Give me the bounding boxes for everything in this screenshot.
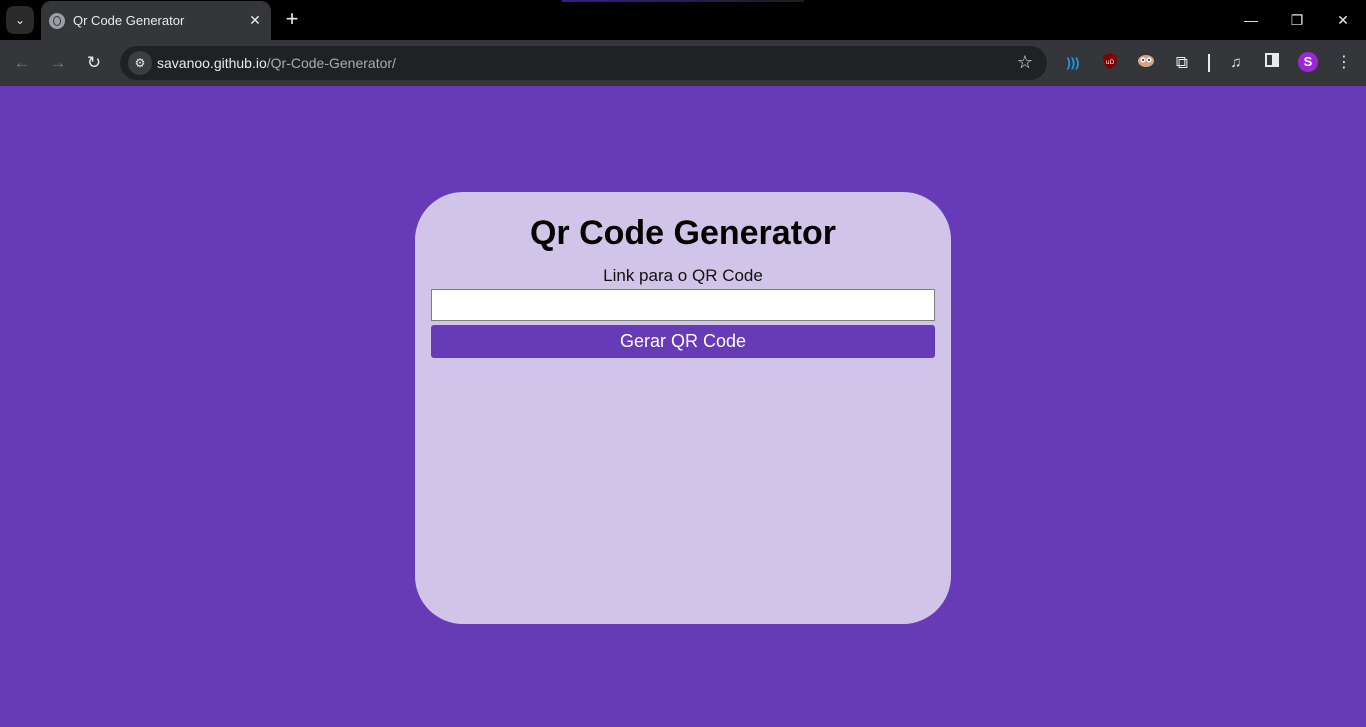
minimize-button[interactable]: — bbox=[1238, 8, 1264, 32]
svg-text:uD: uD bbox=[1106, 59, 1115, 66]
generate-qr-button[interactable]: Gerar QR Code bbox=[431, 325, 935, 358]
bookmark-star-icon[interactable]: ☆ bbox=[1017, 52, 1033, 73]
chevron-down-icon: ⌄ bbox=[14, 13, 26, 27]
tab-strip: ⌄ Qr Code Generator ✕ + — ❐ ✕ bbox=[0, 0, 1366, 40]
ublock-shield-shape: uD bbox=[1103, 53, 1117, 69]
globe-icon bbox=[49, 12, 65, 29]
profile-avatar[interactable]: S bbox=[1298, 52, 1318, 72]
owl-shape bbox=[1138, 55, 1154, 67]
page-body: Qr Code Generator Link para o QR Code Ge… bbox=[0, 86, 1366, 727]
link-field-label: Link para o QR Code bbox=[603, 266, 763, 285]
reload-button[interactable]: ↻ bbox=[82, 51, 106, 75]
tab-active[interactable]: Qr Code Generator ✕ bbox=[41, 1, 271, 40]
url-host: savanoo.github.io bbox=[157, 55, 267, 71]
site-settings-icon[interactable]: ⚙ bbox=[128, 51, 152, 75]
extensions-puzzle-icon[interactable]: ⧉ bbox=[1171, 52, 1193, 74]
qr-generator-card: Qr Code Generator Link para o QR Code Ge… bbox=[415, 192, 951, 624]
arrow-left-icon: ← bbox=[13, 53, 31, 72]
tab-search-button[interactable]: ⌄ bbox=[6, 6, 34, 34]
url-path: /Qr-Code-Generator/ bbox=[266, 55, 396, 71]
address-bar[interactable]: ⚙ savanoo.github.io/Qr-Code-Generator/ ☆ bbox=[120, 46, 1047, 80]
restore-button[interactable]: ❐ bbox=[1284, 8, 1310, 32]
link-input[interactable] bbox=[431, 289, 935, 321]
tab-title: Qr Code Generator bbox=[73, 13, 185, 28]
back-button[interactable]: ← bbox=[10, 51, 34, 75]
side-panel-shape bbox=[1265, 53, 1279, 67]
ublock-icon[interactable]: uD bbox=[1099, 52, 1121, 74]
media-control-icon[interactable]: ♫ bbox=[1225, 52, 1247, 74]
forward-button[interactable]: → bbox=[46, 51, 70, 75]
more-menu-icon[interactable]: ⋮ bbox=[1333, 52, 1355, 74]
toolbar-divider bbox=[1208, 54, 1210, 72]
side-panel-icon[interactable] bbox=[1261, 52, 1283, 74]
reload-icon: ↻ bbox=[86, 53, 102, 72]
new-tab-button[interactable]: + bbox=[280, 8, 304, 32]
close-window-button[interactable]: ✕ bbox=[1330, 8, 1356, 32]
close-tab-icon[interactable]: ✕ bbox=[247, 12, 263, 29]
wireless-ext-icon[interactable]: ))) bbox=[1062, 52, 1084, 74]
page-title: Qr Code Generator bbox=[529, 214, 837, 252]
arrow-right-icon: → bbox=[49, 53, 67, 72]
owl-ext-icon[interactable] bbox=[1135, 52, 1157, 74]
url-text[interactable]: savanoo.github.io/Qr-Code-Generator/ bbox=[157, 55, 396, 71]
tab-strip-accent bbox=[562, 0, 804, 2]
browser-toolbar: ← → ↻ ⚙ savanoo.github.io/Qr-Code-Genera… bbox=[0, 40, 1366, 86]
